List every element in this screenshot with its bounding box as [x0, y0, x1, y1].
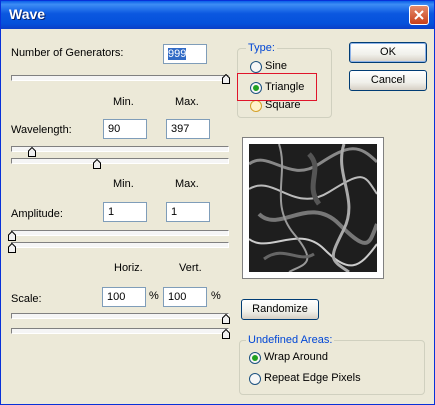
repeat-edge-pixels-label[interactable]: Repeat Edge Pixels [264, 372, 361, 384]
scale-vert-header: Vert. [179, 262, 202, 274]
wrap-around-label[interactable]: Wrap Around [264, 351, 328, 363]
amplitude-max-header: Max. [175, 178, 199, 190]
scale-vert-slider-thumb[interactable] [222, 329, 230, 339]
close-button[interactable] [409, 5, 429, 25]
wavelength-max-input[interactable]: 397 [166, 119, 210, 139]
scale-horiz-input[interactable]: 100 [102, 287, 146, 307]
ok-button[interactable]: OK [349, 42, 427, 63]
undefined-areas-group [239, 340, 425, 395]
scale-horiz-unit: % [149, 290, 159, 302]
scale-vert-input[interactable]: 100 [163, 287, 207, 307]
type-square-radio[interactable] [250, 100, 262, 112]
wave-dialog: Wave Number of Generators: 999 Min. Max.… [0, 0, 435, 405]
generators-label: Number of Generators: [11, 47, 124, 59]
wrap-around-radio[interactable] [249, 352, 261, 364]
type-sine-radio[interactable] [250, 61, 262, 73]
cancel-button[interactable]: Cancel [349, 70, 427, 91]
scale-horiz-slider-thumb[interactable] [222, 314, 230, 324]
amplitude-min-slider-thumb[interactable] [8, 231, 16, 241]
triangle-highlight-box [237, 73, 317, 101]
wavelength-min-slider-thumb[interactable] [28, 147, 36, 157]
amplitude-max-slider-thumb[interactable] [8, 243, 16, 253]
scale-horiz-slider[interactable] [11, 313, 229, 319]
scale-horiz-header: Horiz. [114, 262, 143, 274]
preview-panel [242, 137, 384, 279]
wavelength-max-slider-thumb[interactable] [93, 159, 101, 169]
wavelength-min-slider[interactable] [11, 146, 229, 152]
wavelength-label: Wavelength: [11, 124, 72, 136]
randomize-button[interactable]: Randomize [241, 299, 319, 320]
type-group-title: Type: [246, 42, 277, 54]
amplitude-min-input[interactable]: 1 [103, 202, 147, 222]
wavelength-max-header: Max. [175, 96, 199, 108]
amplitude-min-header: Min. [113, 178, 134, 190]
type-sine-label[interactable]: Sine [265, 60, 287, 72]
wavelength-max-slider[interactable] [11, 158, 229, 164]
undefined-areas-title: Undefined Areas: [246, 334, 335, 346]
window-title: Wave [9, 6, 46, 22]
generators-slider[interactable] [11, 75, 229, 81]
preview-image [249, 144, 377, 272]
amplitude-min-slider[interactable] [11, 230, 229, 236]
close-icon [414, 10, 424, 20]
generators-slider-thumb[interactable] [222, 74, 230, 84]
wavelength-min-input[interactable]: 90 [103, 119, 147, 139]
scale-vert-unit: % [211, 290, 221, 302]
repeat-edge-pixels-radio[interactable] [249, 373, 261, 385]
title-bar[interactable]: Wave [1, 1, 434, 29]
generators-value: 999 [168, 48, 187, 60]
amplitude-max-slider[interactable] [11, 242, 229, 248]
scale-label: Scale: [11, 293, 42, 305]
wavelength-min-header: Min. [113, 96, 134, 108]
scale-vert-slider[interactable] [11, 328, 229, 334]
amplitude-label: Amplitude: [11, 208, 63, 220]
amplitude-max-input[interactable]: 1 [166, 202, 210, 222]
generators-input[interactable]: 999 [163, 44, 207, 64]
